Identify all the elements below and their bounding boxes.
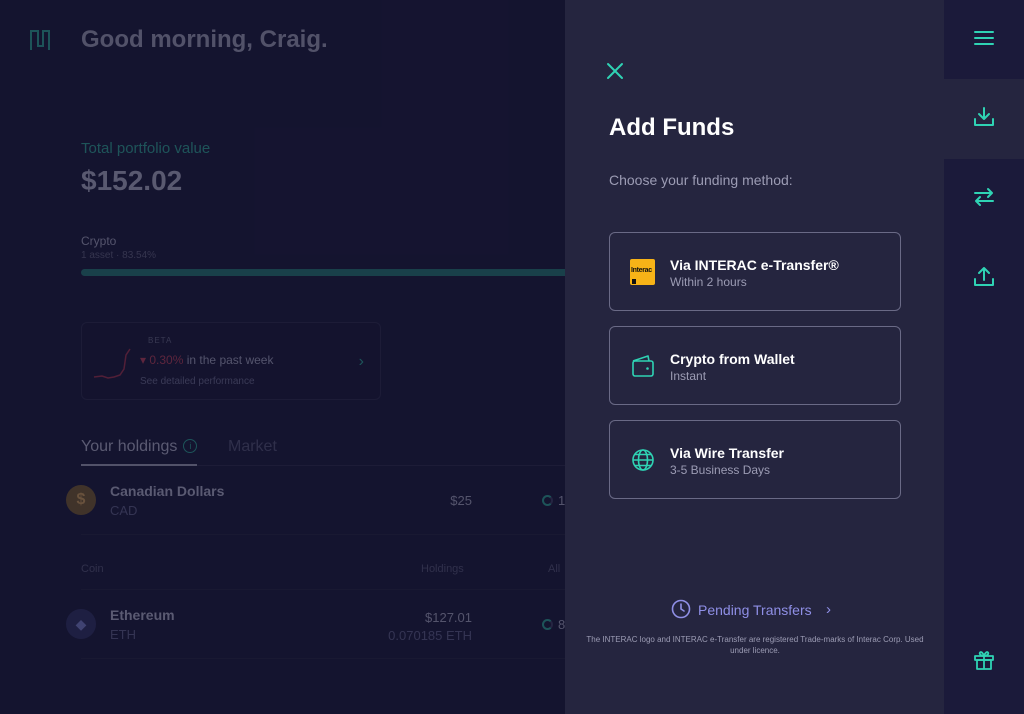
crypto-label: Crypto [81, 234, 117, 248]
crypto-allocation-bar [81, 269, 565, 276]
method-subtitle: 3-5 Business Days [670, 463, 771, 477]
coin-symbol: CAD [110, 503, 138, 518]
allocation-ring-icon [542, 495, 553, 506]
divider [81, 534, 565, 535]
menu-button[interactable] [944, 0, 1024, 80]
tab-your-holdings[interactable]: Your holdings i [81, 438, 198, 466]
panel-subtitle: Choose your funding method: [609, 172, 793, 188]
method-title: Via INTERAC e-Transfer® [670, 257, 839, 273]
transfer-arrows-icon [974, 188, 994, 206]
info-icon[interactable]: i [183, 439, 198, 453]
coin-amount: $127.01 0.070185 ETH [388, 609, 472, 645]
holding-row-eth[interactable]: ◆ Ethereum ETH $127.01 0.070185 ETH 8 [66, 605, 565, 655]
tab-holdings-label: Your holdings [81, 438, 178, 455]
deposit-button[interactable] [944, 79, 1024, 159]
sparkline-chart [93, 348, 131, 379]
interac-logo: Interac [630, 259, 655, 285]
allocation-ring-icon [542, 619, 553, 630]
method-title: Crypto from Wallet [670, 351, 795, 367]
coin-allocation: 8 [542, 617, 565, 632]
holdings-tabs: Your holdings i Market [81, 438, 565, 466]
ethereum-coin-icon: ◆ [66, 609, 96, 639]
panel-title: Add Funds [609, 114, 735, 141]
legal-notice: The INTERAC logo and INTERAC e-Transfer … [586, 635, 924, 655]
coin-amount: $25 [450, 493, 472, 508]
funding-method-wallet[interactable]: Crypto from Wallet Instant [609, 326, 901, 405]
chevron-right-icon: › [826, 601, 831, 618]
header-coin: Coin [81, 563, 104, 575]
divider [81, 658, 565, 659]
header-allocation: All [548, 563, 561, 575]
transfer-button[interactable] [944, 159, 1024, 239]
clock-icon [671, 599, 691, 619]
coin-name: Ethereum [110, 607, 175, 623]
funding-method-interac[interactable]: Interac Via INTERAC e-Transfer® Within 2… [609, 232, 901, 311]
dashboard-main: Good morning, Craig. Total portfolio val… [0, 0, 565, 714]
beta-badge: BETA [148, 336, 173, 345]
portfolio-value: $152.02 [81, 165, 183, 196]
method-title: Via Wire Transfer [670, 445, 785, 461]
holding-row-cad[interactable]: $ Canadian Dollars CAD $25 1 [66, 481, 565, 531]
globe-icon [632, 449, 654, 471]
divider [81, 589, 565, 590]
gift-icon [974, 651, 994, 670]
coin-name: Canadian Dollars [110, 483, 225, 499]
pending-transfers-label: Pending Transfers [698, 602, 812, 618]
chevron-right-icon: › [358, 353, 364, 370]
greeting: Good morning, Craig. [81, 26, 328, 53]
gift-button[interactable] [944, 622, 1024, 702]
method-subtitle: Instant [670, 369, 707, 383]
detailed-performance-link[interactable]: See detailed performance [140, 376, 255, 387]
coin-amount-crypto: 0.070185 ETH [388, 628, 472, 643]
interac-logo-text: Interac [631, 267, 652, 274]
performance-card[interactable]: BETA ▾ 0.30% in the past week See detail… [81, 322, 381, 400]
crypto-sub: 1 asset · 83.54% [81, 250, 157, 261]
close-icon[interactable] [604, 60, 626, 82]
coin-symbol: ETH [110, 627, 136, 642]
triangle-down-icon: ▾ [140, 353, 147, 367]
performance-summary: ▾ 0.30% in the past week [140, 353, 273, 367]
upload-icon [974, 267, 994, 286]
tab-market[interactable]: Market [228, 438, 277, 456]
method-subtitle: Within 2 hours [670, 275, 747, 289]
portfolio-label: Total portfolio value [81, 140, 211, 157]
funding-method-wire[interactable]: Via Wire Transfer 3-5 Business Days [609, 420, 901, 499]
coin-allocation: 1 [542, 493, 565, 508]
withdraw-button[interactable] [944, 239, 1024, 319]
performance-period: in the past week [186, 353, 274, 367]
coin-amount-fiat: $127.01 [425, 610, 472, 625]
performance-change: 0.30% [149, 353, 184, 367]
wallet-icon [632, 355, 654, 377]
download-icon [974, 107, 994, 126]
dollar-coin-icon: $ [66, 485, 96, 515]
menu-icon [974, 31, 994, 45]
app-logo-icon [30, 30, 50, 50]
header-holdings: Holdings [421, 563, 464, 575]
